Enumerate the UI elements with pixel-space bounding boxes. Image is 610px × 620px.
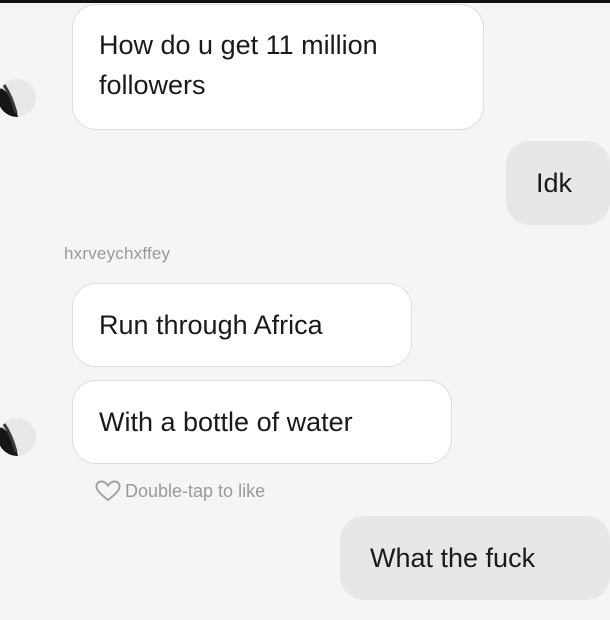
screen-top-edge xyxy=(0,0,610,3)
message-bubble-outgoing[interactable]: What the fuck xyxy=(340,516,610,600)
like-hint-text: Double-tap to like xyxy=(125,480,266,501)
profile-avatar-icon xyxy=(0,79,36,117)
contact-avatar[interactable] xyxy=(0,418,36,456)
double-tap-like-hint[interactable]: Double-tap to like xyxy=(95,478,265,504)
message-text: Idk xyxy=(536,168,573,198)
contact-avatar[interactable] xyxy=(0,79,36,117)
profile-avatar-icon xyxy=(0,418,36,456)
message-bubble-incoming[interactable]: How do u get 11 million followers xyxy=(72,4,484,130)
sender-name: hxrveychxffey xyxy=(64,244,171,263)
message-text: How do u get 11 million followers xyxy=(99,30,378,100)
message-text: What the fuck xyxy=(370,543,536,573)
message-bubble-incoming[interactable]: With a bottle of water xyxy=(72,380,452,464)
message-text: With a bottle of water xyxy=(99,407,353,437)
message-text: Run through Africa xyxy=(99,310,323,340)
message-bubble-outgoing[interactable]: Idk xyxy=(506,141,610,225)
message-bubble-incoming[interactable]: Run through Africa xyxy=(72,283,412,367)
heart-outline-icon xyxy=(95,480,121,502)
